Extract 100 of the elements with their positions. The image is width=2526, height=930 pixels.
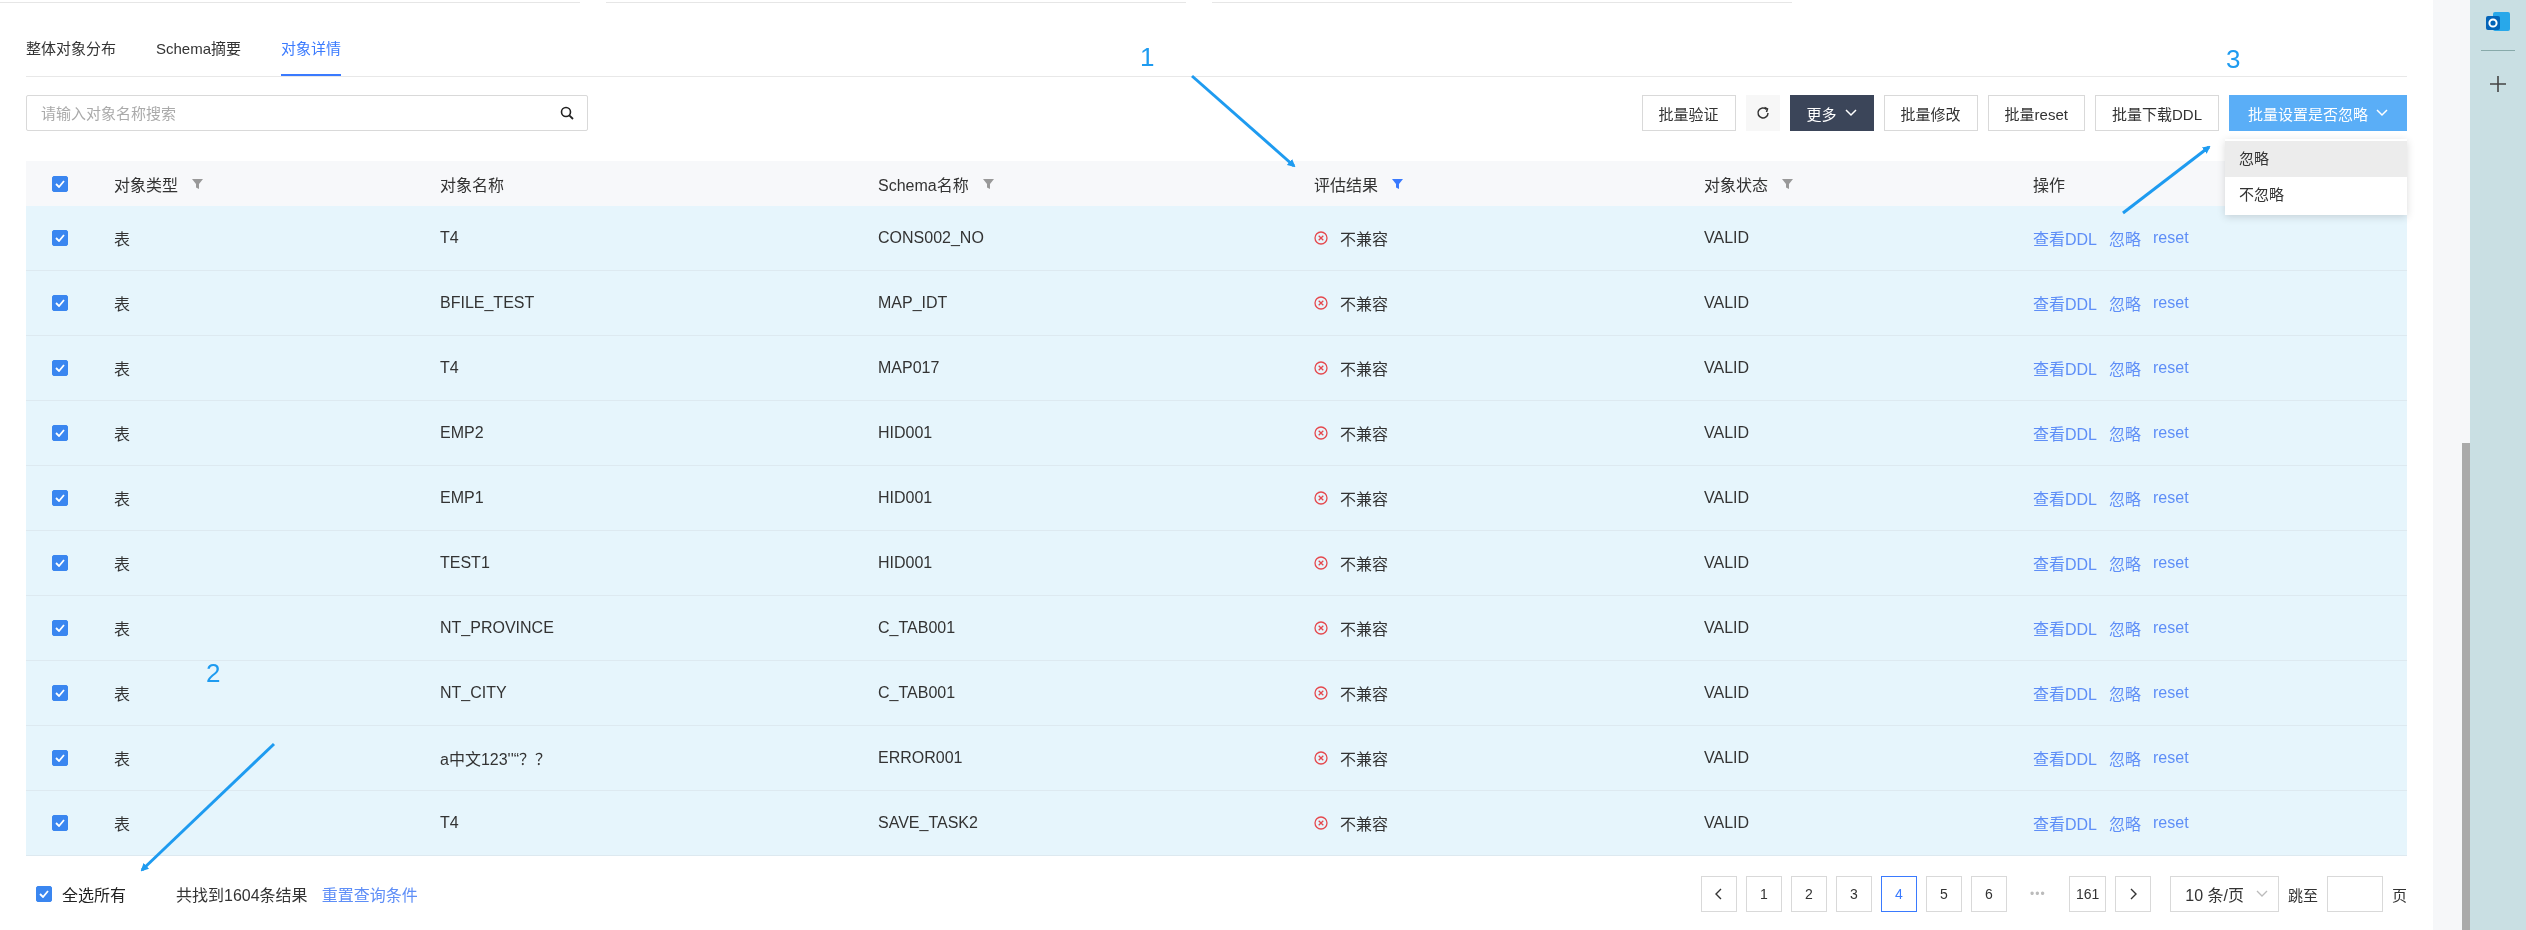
- filter-icon[interactable]: [1782, 178, 1793, 189]
- action-link[interactable]: 忽略: [2109, 551, 2142, 575]
- action-link[interactable]: 查看DDL: [2033, 616, 2097, 640]
- table-cell-text: 不兼容: [1340, 295, 1388, 315]
- mail-icon[interactable]: [2485, 10, 2511, 34]
- action-link[interactable]: 忽略: [2109, 746, 2142, 770]
- previous-page-button[interactable]: [1700, 876, 1737, 912]
- action-link[interactable]: 忽略: [2109, 421, 2142, 445]
- table-cell: VALID: [1704, 554, 1750, 572]
- checkbox[interactable]: [52, 815, 68, 831]
- checkbox[interactable]: [52, 490, 68, 506]
- action-link[interactable]: 查看DDL: [2033, 291, 2097, 315]
- action-link[interactable]: 查看DDL: [2033, 746, 2097, 770]
- checkmark-icon: [39, 890, 49, 898]
- reset-link[interactable]: 重置查询条件: [321, 882, 418, 906]
- action-link[interactable]: reset: [2153, 749, 2189, 767]
- refresh-button[interactable]: [1745, 95, 1780, 131]
- table-cell: VALID: [1704, 814, 1750, 832]
- page-button[interactable]: 1: [1745, 876, 1782, 912]
- action-link[interactable]: reset: [2153, 619, 2189, 637]
- action-link[interactable]: 查看DDL: [2033, 356, 2097, 380]
- add-icon[interactable]: [2489, 75, 2507, 93]
- more-button[interactable]: 更多: [1789, 95, 1874, 131]
- table-cell: BFILE_TEST: [440, 294, 535, 312]
- tab[interactable]: 对象详情: [281, 36, 342, 76]
- toolbar-button[interactable]: 批量修改: [1883, 95, 1978, 131]
- checkbox[interactable]: [52, 175, 68, 192]
- page-button[interactable]: 4: [1880, 876, 1917, 912]
- checkmark-icon: [55, 689, 65, 697]
- table-cell: ERROR001: [878, 749, 963, 767]
- checkbox[interactable]: [52, 295, 68, 311]
- action-link[interactable]: 忽略: [2109, 486, 2142, 510]
- search-field[interactable]: 请输入对象名称搜索: [26, 95, 588, 131]
- chevron-down-icon: [2376, 109, 2388, 117]
- action-link[interactable]: 忽略: [2109, 356, 2142, 380]
- action-link[interactable]: reset: [2153, 229, 2189, 247]
- next-page-button[interactable]: [2115, 876, 2152, 912]
- error-icon: [1314, 621, 1328, 635]
- action-link[interactable]: 查看DDL: [2033, 486, 2097, 510]
- menu-item[interactable]: 忽略: [2225, 141, 2407, 177]
- filter-icon[interactable]: [982, 178, 994, 189]
- result-count: 共找到1604条结果: [176, 886, 308, 906]
- table-cell: T4: [440, 814, 459, 832]
- action-link[interactable]: 忽略: [2109, 291, 2142, 315]
- error-icon: [1314, 231, 1328, 245]
- column-header: 对象类型: [114, 175, 178, 196]
- checkbox[interactable]: [52, 425, 68, 441]
- action-link[interactable]: reset: [2153, 489, 2189, 507]
- page-button[interactable]: 6: [1970, 876, 2007, 912]
- tab[interactable]: 整体对象分布: [26, 36, 116, 76]
- page-size-select[interactable]: 10 条/页: [2170, 876, 2279, 912]
- tab[interactable]: Schema摘要: [156, 36, 242, 76]
- checkbox[interactable]: [52, 230, 68, 246]
- checkbox[interactable]: [52, 750, 68, 766]
- action-link[interactable]: reset: [2153, 684, 2189, 702]
- column-header: 评估结果: [1314, 175, 1378, 196]
- toolbar-button[interactable]: 批量验证: [1641, 95, 1736, 131]
- action-link[interactable]: 查看DDL: [2033, 421, 2097, 445]
- action-link[interactable]: 查看DDL: [2033, 226, 2097, 250]
- page-input[interactable]: [2327, 876, 2383, 912]
- table-cell-text: 表: [114, 815, 130, 835]
- action-link[interactable]: 忽略: [2109, 226, 2142, 250]
- dropdown-button[interactable]: 批量设置是否忽略: [2229, 95, 2407, 131]
- filter-icon[interactable]: [192, 178, 203, 189]
- action-link[interactable]: reset: [2153, 424, 2189, 442]
- checkbox[interactable]: [36, 886, 52, 902]
- more-pages-button[interactable]: •••: [2015, 887, 2060, 901]
- table-cell-text: 不兼容: [1340, 490, 1388, 510]
- action-link[interactable]: reset: [2153, 814, 2189, 832]
- page-button[interactable]: 5: [1925, 876, 1962, 912]
- page-unit-label: 页: [2392, 885, 2407, 905]
- filter-icon[interactable]: [1392, 178, 1403, 189]
- action-link[interactable]: reset: [2153, 294, 2189, 312]
- checkmark-icon: [55, 754, 65, 762]
- action-link[interactable]: reset: [2153, 359, 2189, 377]
- scrollbar[interactable]: [2462, 443, 2470, 930]
- select-all-label[interactable]: 全选所有: [62, 882, 126, 906]
- checkbox[interactable]: [52, 620, 68, 636]
- error-icon: [1314, 556, 1328, 570]
- search-icon[interactable]: [560, 106, 574, 120]
- action-link[interactable]: 忽略: [2109, 811, 2142, 835]
- menu-item[interactable]: 不忽略: [2225, 177, 2407, 213]
- page-button[interactable]: 161: [2068, 876, 2107, 912]
- action-link[interactable]: 忽略: [2109, 681, 2142, 705]
- page-button[interactable]: 3: [1835, 876, 1872, 912]
- table-cell-text: 表: [114, 620, 130, 640]
- toolbar-button[interactable]: 批量reset: [1987, 95, 2085, 131]
- error-icon: [1314, 816, 1328, 830]
- column-header: 对象状态: [1704, 175, 1768, 196]
- action-link[interactable]: 查看DDL: [2033, 551, 2097, 575]
- action-link[interactable]: 查看DDL: [2033, 811, 2097, 835]
- toolbar-button[interactable]: 批量下载DDL: [2094, 95, 2219, 131]
- page-button[interactable]: 2: [1790, 876, 1827, 912]
- checkmark-icon: [55, 494, 65, 502]
- checkbox[interactable]: [52, 685, 68, 701]
- action-link[interactable]: 忽略: [2109, 616, 2142, 640]
- checkbox[interactable]: [52, 360, 68, 376]
- action-link[interactable]: reset: [2153, 554, 2189, 572]
- checkbox[interactable]: [52, 555, 68, 571]
- action-link[interactable]: 查看DDL: [2033, 681, 2097, 705]
